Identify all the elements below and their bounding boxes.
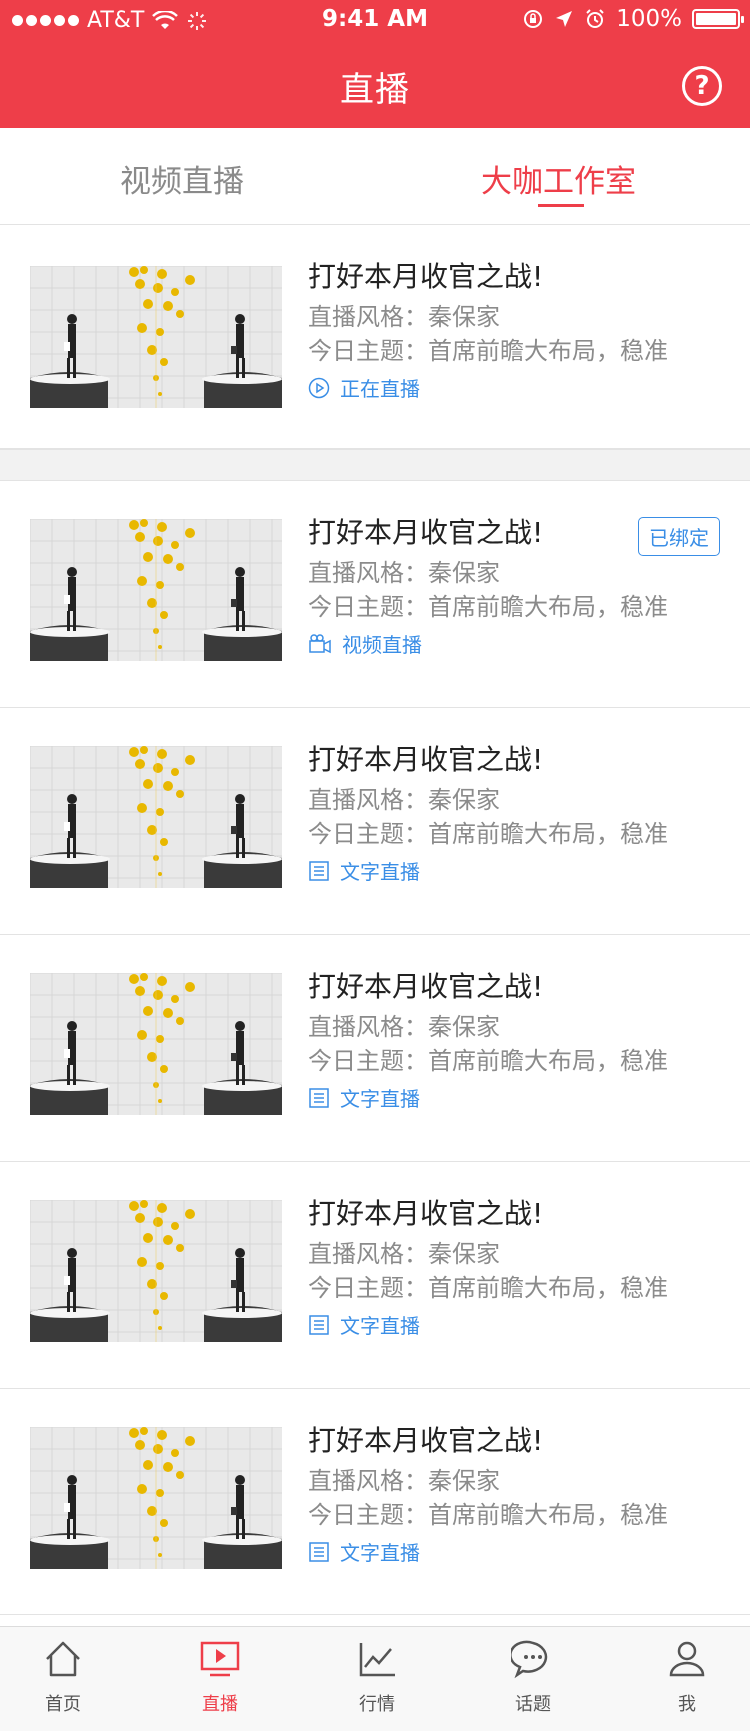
- item-status[interactable]: 文字直播: [308, 1537, 420, 1566]
- header: AT&T 9:41 AM 100% 直播 ?: [0, 0, 750, 128]
- question-mark-icon: ?: [694, 71, 710, 101]
- live-play-icon: [200, 1641, 240, 1677]
- item-style: 直播风格：秦保家: [308, 1240, 500, 1268]
- status-bar: AT&T 9:41 AM 100%: [0, 0, 750, 40]
- list-item[interactable]: 打好本月收官之战! 直播风格：秦保家 今日主题：首席前瞻大布局，稳准 文字直播: [0, 935, 750, 1162]
- page-title: 直播: [340, 70, 410, 110]
- video-camera-icon: [309, 633, 331, 653]
- item-style: 直播风格：秦保家: [308, 786, 500, 814]
- thumbnail-illustration: [30, 746, 282, 888]
- item-title: 打好本月收官之战!: [308, 970, 544, 1003]
- item-topic: 今日主题：首席前瞻大布局，稳准: [308, 1274, 668, 1302]
- item-topic: 今日主题：首席前瞻大布局，稳准: [308, 820, 668, 848]
- item-status-label: 文字直播: [340, 860, 420, 884]
- item-topic: 今日主题：首席前瞻大布局，稳准: [308, 337, 668, 365]
- item-title: 打好本月收官之战!: [308, 1424, 544, 1457]
- bottom-tab-bar: 首页 直播 行情 话题 我: [0, 1626, 750, 1731]
- text-document-icon: [309, 860, 329, 881]
- item-topic: 今日主题：首席前瞻大布局，稳准: [308, 1501, 668, 1529]
- tabbar-item-home[interactable]: 首页: [8, 1637, 118, 1716]
- item-style: 直播风格：秦保家: [308, 1467, 500, 1495]
- tabbar-item-topic[interactable]: 话题: [478, 1637, 588, 1716]
- item-title: 打好本月收官之战!: [308, 516, 544, 549]
- item-style: 直播风格：秦保家: [308, 303, 500, 331]
- tab-expert-studio[interactable]: 大咖工作室: [481, 156, 636, 201]
- item-status-label: 文字直播: [340, 1314, 420, 1338]
- user-icon: [669, 1641, 705, 1677]
- thumbnail-illustration: [30, 1200, 282, 1342]
- location-arrow-icon: [556, 11, 573, 27]
- play-circle-icon: [308, 377, 330, 398]
- item-thumbnail[interactable]: [30, 1427, 282, 1569]
- item-thumbnail[interactable]: [30, 519, 282, 661]
- alarm-clock-icon: [586, 9, 604, 28]
- list-item[interactable]: 打好本月收官之战! 直播风格：秦保家 今日主题：首席前瞻大布局，稳准 文字直播: [0, 708, 750, 935]
- help-button[interactable]: ?: [682, 66, 722, 106]
- thumbnail-illustration: [30, 519, 282, 661]
- tabbar-label-me: 我: [678, 1694, 696, 1715]
- item-thumbnail[interactable]: [30, 746, 282, 888]
- thumbnail-illustration: [30, 973, 282, 1115]
- item-status-label: 文字直播: [340, 1541, 420, 1565]
- battery-icon: [692, 9, 744, 29]
- thumbnail-illustration: [30, 1427, 282, 1569]
- item-title: 打好本月收官之战!: [308, 743, 544, 776]
- item-status-label: 正在直播: [340, 377, 420, 401]
- tabbar-label-topic: 话题: [515, 1694, 551, 1715]
- active-tab-indicator: [538, 204, 584, 207]
- orientation-lock-icon: [524, 10, 543, 28]
- item-status-label: 视频直播: [342, 633, 422, 657]
- item-status-label: 文字直播: [340, 1087, 420, 1111]
- item-status[interactable]: 视频直播: [308, 629, 422, 658]
- item-style: 直播风格：秦保家: [308, 1013, 500, 1041]
- home-icon: [46, 1641, 80, 1677]
- tabbar-label-market: 行情: [359, 1694, 395, 1715]
- item-style: 直播风格：秦保家: [308, 559, 500, 587]
- tabbar-label-live: 直播: [202, 1694, 238, 1715]
- item-status[interactable]: 文字直播: [308, 1310, 420, 1339]
- item-thumbnail[interactable]: [30, 1200, 282, 1342]
- tabbar-item-market[interactable]: 行情: [322, 1637, 432, 1716]
- item-status[interactable]: 文字直播: [308, 1083, 420, 1112]
- text-document-icon: [309, 1314, 329, 1335]
- item-thumbnail[interactable]: [30, 973, 282, 1115]
- item-thumbnail[interactable]: [30, 266, 282, 408]
- item-title: 打好本月收官之战!: [308, 260, 544, 293]
- item-status[interactable]: 正在直播: [308, 373, 420, 402]
- list-item[interactable]: 打好本月收官之战! 直播风格：秦保家 今日主题：首席前瞻大布局，稳准 文字直播: [0, 1162, 750, 1389]
- tab-video-live[interactable]: 视频直播: [120, 156, 244, 201]
- thumbnail-illustration: [30, 266, 282, 408]
- item-status[interactable]: 文字直播: [308, 856, 420, 885]
- section-separator: [0, 449, 750, 481]
- tab-bar-top: 视频直播 大咖工作室: [0, 128, 750, 225]
- chat-bubble-icon: [509, 1640, 548, 1679]
- item-topic: 今日主题：首席前瞻大布局，稳准: [308, 1047, 668, 1075]
- list-item[interactable]: 打好本月收官之战! 直播风格：秦保家 今日主题：首席前瞻大布局，稳准 正在直播: [0, 225, 750, 449]
- battery-percent: 100%: [616, 6, 682, 32]
- text-document-icon: [309, 1087, 329, 1108]
- list-item[interactable]: 打好本月收官之战! 直播风格：秦保家 今日主题：首席前瞻大布局，稳准 文字直播: [0, 1389, 750, 1615]
- bound-badge: 已绑定: [638, 517, 720, 556]
- list-item[interactable]: 打好本月收官之战! 直播风格：秦保家 今日主题：首席前瞻大布局，稳准 视频直播 …: [0, 481, 750, 708]
- item-divider: [0, 1614, 750, 1615]
- tabbar-item-me[interactable]: 我: [632, 1637, 742, 1716]
- text-document-icon: [309, 1541, 329, 1562]
- status-right: 100%: [522, 6, 744, 32]
- market-chart-icon: [359, 1643, 395, 1677]
- item-title: 打好本月收官之战!: [308, 1197, 544, 1230]
- tabbar-label-home: 首页: [45, 1694, 81, 1715]
- item-topic: 今日主题：首席前瞻大布局，稳准: [308, 593, 668, 621]
- tabbar-item-live[interactable]: 直播: [165, 1637, 275, 1716]
